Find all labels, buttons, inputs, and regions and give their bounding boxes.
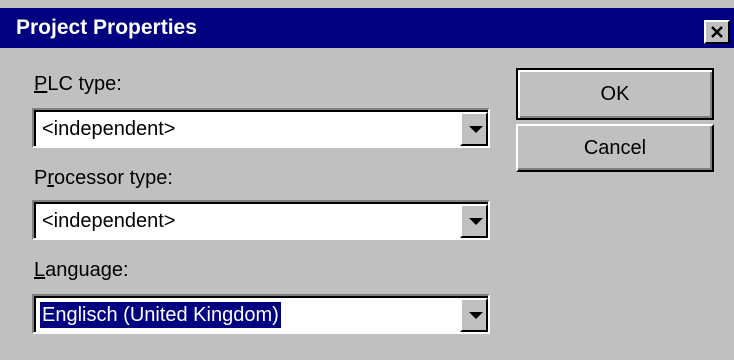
close-button[interactable] xyxy=(704,20,730,44)
plc-type-dropdown-button[interactable] xyxy=(460,112,488,146)
processor-type-dropdown[interactable]: <independent> xyxy=(32,200,490,240)
close-icon xyxy=(711,26,723,38)
language-label: Language: xyxy=(34,259,129,281)
chevron-down-icon xyxy=(469,312,483,319)
language-value: Englisch (United Kingdom) xyxy=(40,302,281,328)
plc-type-value: <independent> xyxy=(42,118,176,140)
chevron-down-icon xyxy=(469,218,483,225)
chevron-down-icon xyxy=(469,126,483,133)
window-title: Project Properties xyxy=(16,16,197,39)
title-bar: Project Properties xyxy=(0,8,734,48)
project-properties-dialog: Project Properties PLC type: <independen… xyxy=(0,0,734,360)
processor-type-dropdown-button[interactable] xyxy=(460,204,488,238)
processor-type-label: Processor type: xyxy=(34,167,173,189)
processor-type-value: <independent> xyxy=(42,210,176,232)
language-dropdown[interactable]: Englisch (United Kingdom) xyxy=(32,294,490,334)
plc-type-dropdown[interactable]: <independent> xyxy=(32,108,490,148)
language-dropdown-button[interactable] xyxy=(460,298,488,332)
plc-type-label: PLC type: xyxy=(34,73,122,95)
ok-button[interactable]: OK xyxy=(516,68,714,120)
cancel-button[interactable]: Cancel xyxy=(516,124,714,172)
